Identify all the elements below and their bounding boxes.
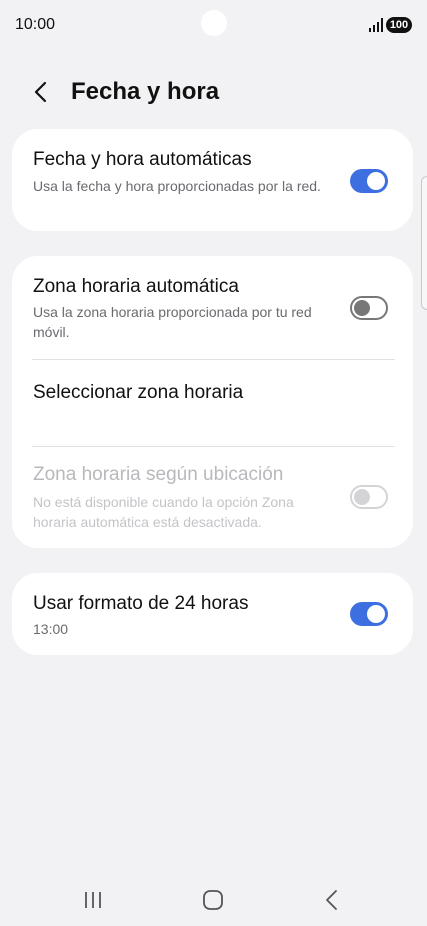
setting-title: Fecha y hora automáticas — [33, 149, 252, 170]
location-timezone-toggle — [350, 485, 388, 509]
status-bar: 10:00 100 — [0, 0, 427, 50]
setting-row-select-timezone[interactable]: Seleccionar zona horaria — [12, 360, 413, 446]
back-icon[interactable] — [318, 888, 346, 912]
setting-title: Zona horaria automática — [33, 276, 239, 297]
page-title: Fecha y hora — [71, 78, 220, 105]
setting-title: Zona horaria según ubicación — [33, 464, 284, 485]
format-24h-toggle[interactable] — [350, 602, 388, 626]
setting-subtitle: 13:00 — [33, 621, 69, 637]
card-auto-datetime: Fecha y hora automáticas Usa la fecha y … — [12, 129, 413, 231]
card-24h-format: Usar formato de 24 horas 13:00 — [12, 573, 413, 655]
setting-title: Usar formato de 24 horas — [33, 593, 249, 614]
signal-bars-icon — [369, 18, 383, 32]
card-timezone: Zona horaria automática Usa la zona hora… — [12, 256, 413, 548]
setting-row-auto-timezone[interactable]: Zona horaria automática Usa la zona hora… — [12, 256, 413, 359]
toggle-knob — [367, 605, 385, 623]
toggle-knob — [354, 489, 370, 505]
scroll-indicator[interactable] — [421, 176, 427, 310]
auto-timezone-toggle[interactable] — [350, 296, 388, 320]
camera-cutout — [201, 10, 227, 36]
header: Fecha y hora — [0, 70, 427, 114]
setting-row-location-timezone: Zona horaria según ubicación No está dis… — [12, 447, 413, 548]
navigation-bar — [0, 876, 427, 926]
home-icon[interactable] — [199, 888, 227, 912]
setting-subtitle: Usa la zona horaria proporcionada por tu… — [33, 304, 312, 340]
setting-title: Seleccionar zona horaria — [33, 382, 244, 403]
setting-subtitle: No está disponible cuando la opción Zona… — [33, 494, 294, 530]
auto-datetime-toggle[interactable] — [350, 169, 388, 193]
setting-subtitle: Usa la fecha y hora proporcionadas por l… — [33, 178, 321, 194]
toggle-knob — [354, 300, 370, 316]
status-time: 10:00 — [15, 16, 56, 33]
battery-badge: 100 — [386, 17, 412, 33]
chevron-left-icon[interactable] — [28, 78, 56, 106]
toggle-knob — [367, 172, 385, 190]
setting-row-24h-format[interactable]: Usar formato de 24 horas 13:00 — [12, 573, 413, 655]
recents-icon[interactable] — [79, 888, 107, 912]
setting-row-auto-datetime[interactable]: Fecha y hora automáticas Usa la fecha y … — [12, 129, 413, 231]
